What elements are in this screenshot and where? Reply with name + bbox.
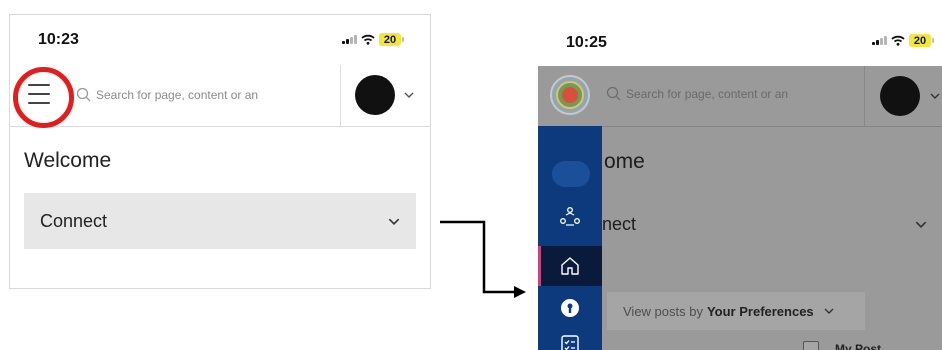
sidebar-active-indicator [538, 246, 541, 286]
header-divider [340, 65, 341, 127]
search-placeholder: Search for page, content or an [626, 86, 789, 101]
search-field[interactable]: Search for page, content or an [606, 86, 826, 101]
search-icon [76, 87, 91, 102]
welcome-heading-partial: ome [604, 150, 645, 173]
connect-label: Connect [40, 211, 108, 231]
my-posts-label: My Post [835, 342, 882, 350]
search-field[interactable]: Search for page, content or an [76, 87, 276, 102]
status-time: 10:25 [566, 34, 607, 51]
header-divider-v [864, 66, 865, 126]
connect-accordion[interactable]: nect [602, 196, 942, 252]
chevron-down-icon [824, 308, 834, 314]
wifi-icon [361, 34, 375, 45]
avatar[interactable] [880, 76, 920, 116]
search-icon [606, 86, 621, 101]
before-screenshot: 10:23 20 Search for page, content or an … [9, 14, 431, 289]
status-time: 10:23 [38, 31, 79, 48]
battery-indicator: 20 [379, 33, 404, 46]
my-posts-checkbox[interactable] [803, 341, 819, 350]
arrow-icon [440, 220, 526, 298]
signal-icon [342, 35, 357, 44]
organization-logo[interactable] [550, 75, 590, 115]
welcome-heading: Welcome [24, 149, 112, 172]
wifi-icon [891, 35, 905, 46]
avatar[interactable] [355, 75, 395, 115]
view-posts-value: Your Preferences [706, 303, 814, 319]
people-network-icon[interactable] [559, 206, 581, 228]
connect-label-partial: nect [602, 214, 637, 234]
status-icons: 20 [342, 33, 404, 46]
signal-icon [872, 36, 887, 45]
battery-indicator: 20 [909, 34, 934, 47]
chevron-down-icon [388, 218, 400, 225]
home-icon [561, 257, 579, 275]
chevron-down-icon[interactable] [404, 92, 414, 98]
highlight-circle [13, 67, 74, 128]
checklist-icon[interactable] [559, 334, 581, 350]
chevron-down-icon [915, 221, 927, 228]
view-posts-filter[interactable]: View posts by Your Preferences [607, 292, 865, 330]
sidebar-toggle[interactable] [552, 161, 590, 187]
after-screenshot: 10:25 20 Search for page, content or an … [538, 20, 942, 350]
status-icons: 20 [872, 34, 934, 47]
side-navigation [538, 126, 602, 350]
header-divider [602, 126, 942, 127]
search-placeholder: Search for page, content or an [96, 87, 259, 102]
view-posts-prefix: View posts by [623, 303, 703, 319]
connect-accordion[interactable]: Connect [24, 193, 416, 249]
chevron-down-icon[interactable] [930, 93, 940, 99]
keyhole-icon[interactable] [559, 297, 581, 319]
